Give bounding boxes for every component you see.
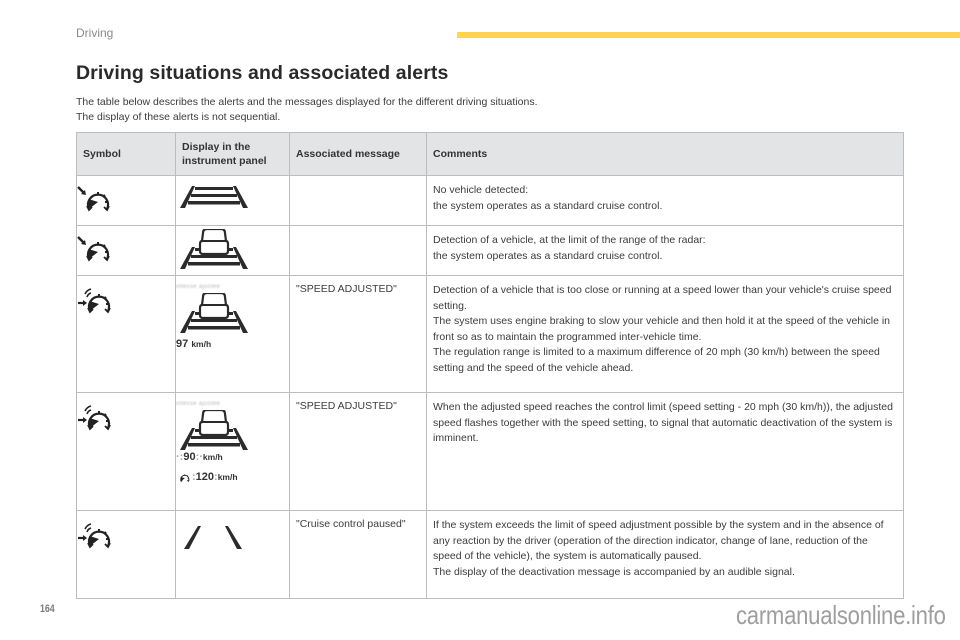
comments-cell: No vehicle detected: the system operates… [426, 175, 904, 226]
table-row: "Cruise control paused" If the system ex… [76, 510, 904, 599]
intro-line: The table below describes the alerts and… [76, 96, 538, 108]
comment-line: The display of the deactivation message … [433, 565, 795, 578]
adaptive-cruise-control-icon [78, 523, 112, 549]
road-lanes-vehicle-icon [180, 410, 248, 450]
message-cell: "SPEED ADJUSTED" [289, 392, 427, 511]
flashing-adjusted-speed: ·:90:·km/h [176, 451, 223, 463]
adaptive-cruise-control-icon [78, 288, 112, 314]
comments-cell: Detection of a vehicle that is too close… [426, 275, 904, 393]
section-label: Driving [76, 26, 114, 40]
display-cell [175, 510, 290, 599]
intro-text: The table below describes the alerts and… [76, 95, 538, 125]
header-accent-bar [457, 32, 960, 38]
message-text [290, 226, 426, 238]
table-row: Detection of a vehicle, at the limit of … [76, 225, 904, 276]
comment-line: When the adjusted speed reaches the cont… [433, 401, 893, 445]
message-text: "SPEED ADJUSTED" [296, 283, 397, 295]
message-cell [289, 175, 427, 226]
comment-line: If the system exceeds the limit of speed… [433, 519, 884, 563]
column-header-display: Display in the instrument panel [175, 132, 290, 176]
page-title: Driving situations and associated alerts [76, 62, 449, 84]
comments-cell: When the adjusted speed reaches the cont… [426, 392, 904, 511]
message-text [290, 176, 426, 188]
message-cell: "SPEED ADJUSTED" [289, 275, 427, 393]
table-header-row: Symbol Display in the instrument panel A… [76, 132, 904, 176]
intro-line: The display of these alerts is not seque… [76, 111, 281, 123]
comments-cell: Detection of a vehicle, at the limit of … [426, 225, 904, 276]
comment-line: No vehicle detected: [433, 184, 529, 196]
alerts-table: Symbol Display in the instrument panel A… [76, 132, 904, 599]
comment-line: The system uses engine braking to slow y… [433, 315, 891, 343]
column-header-message: Associated message [289, 132, 427, 176]
road-lanes-vehicle-icon [180, 229, 248, 269]
adjusted-speed-label: vitesse ajustée [176, 401, 221, 407]
symbol-cell [76, 392, 176, 511]
symbol-cell [76, 275, 176, 393]
message-cell [289, 225, 427, 276]
comment-line: the system operates as a standard cruise… [433, 199, 663, 212]
display-cell: vitesse ajustée ·:90:·km/h :120:km/h [175, 392, 290, 511]
table-row: vitesse ajustée ·:90:·km/h :120:km/h "SP… [76, 392, 904, 511]
comment-line: Detection of a vehicle, at the limit of … [433, 234, 706, 246]
message-text: "Cruise control paused" [296, 518, 406, 530]
road-lanes-icon [180, 186, 248, 208]
adjusted-speed-readout: 97 km/h [176, 338, 212, 350]
symbol-cell [76, 510, 176, 599]
display-cell: vitesse ajustée 97 km/h [175, 275, 290, 393]
comments-cell: If the system exceeds the limit of speed… [426, 510, 904, 599]
message-cell: "Cruise control paused" [289, 510, 427, 599]
comment-line: The regulation range is limited to a max… [433, 346, 880, 374]
flashing-speed-setting: :120:km/h [176, 471, 289, 483]
comment-line: the system operates as a standard cruise… [433, 249, 663, 262]
symbol-cell [76, 175, 176, 226]
cruise-control-standard-icon [77, 186, 111, 212]
table-row: No vehicle detected: the system operates… [76, 175, 904, 226]
display-cell [175, 175, 290, 226]
lane-lines-icon [184, 526, 242, 549]
cruise-setting-icon [179, 473, 190, 482]
column-header-symbol: Symbol [76, 132, 176, 176]
adjusted-speed-label: vitesse ajustée [176, 284, 221, 290]
cruise-control-standard-icon [77, 236, 111, 262]
column-header-comments: Comments [426, 132, 904, 176]
display-cell [175, 225, 290, 276]
table-row: vitesse ajustée 97 km/h "SPEED ADJUSTED"… [76, 275, 904, 393]
adaptive-cruise-control-icon [78, 405, 112, 431]
watermark: carmanualsonline.info [736, 600, 946, 630]
comment-line: Detection of a vehicle that is too close… [433, 284, 892, 312]
message-text: "SPEED ADJUSTED" [296, 400, 397, 412]
symbol-cell [76, 225, 176, 276]
page-number: 164 [40, 603, 55, 615]
road-lanes-vehicle-icon [180, 293, 248, 333]
